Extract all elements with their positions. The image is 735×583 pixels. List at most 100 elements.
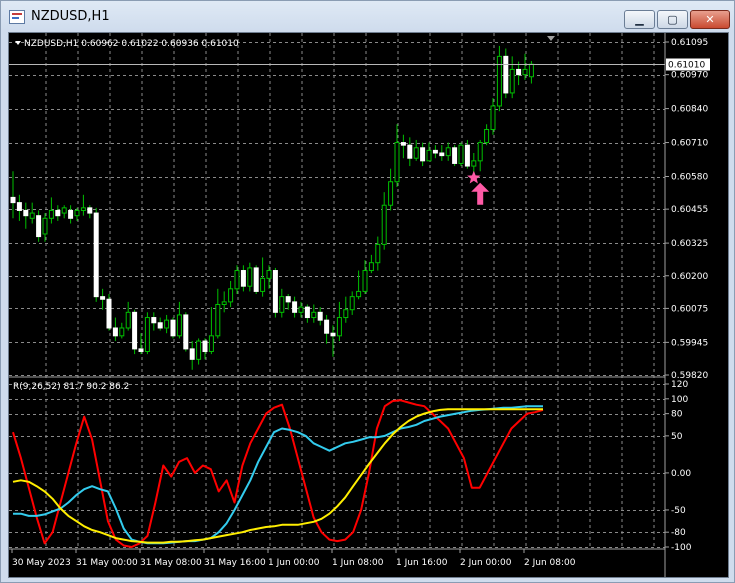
signal-markers xyxy=(467,170,490,205)
candle-body xyxy=(151,317,157,324)
time-tick-label: 31 May 16:00 xyxy=(204,558,266,568)
candle xyxy=(285,294,291,310)
candle-body xyxy=(362,270,368,292)
candle xyxy=(464,139,470,169)
candle xyxy=(138,333,144,355)
time-tick-label: 30 May 2023 xyxy=(12,558,71,568)
candle xyxy=(106,294,112,331)
candles xyxy=(10,45,534,370)
candle-body xyxy=(522,68,528,76)
candle xyxy=(407,137,413,167)
candle-body xyxy=(394,142,400,183)
candle-body xyxy=(74,209,80,217)
candle-body xyxy=(125,311,131,329)
candle-body xyxy=(471,160,477,167)
candle xyxy=(87,205,93,219)
minimize-icon: ▁ xyxy=(635,13,644,26)
maximize-icon: ▢ xyxy=(667,13,678,26)
candle xyxy=(439,145,445,161)
candle-body xyxy=(202,340,208,352)
indicator-tick-label: 100 xyxy=(671,395,688,405)
candle-body xyxy=(266,270,272,279)
close-button[interactable]: ✕ xyxy=(690,10,730,29)
candle xyxy=(119,322,125,339)
candle-body xyxy=(29,212,35,219)
chart-shift-icon[interactable] xyxy=(547,36,555,41)
candle-body xyxy=(157,322,163,329)
indicator-tick-label: -80 xyxy=(671,528,686,538)
candle xyxy=(10,171,16,219)
candle-body xyxy=(432,149,438,154)
candle-body xyxy=(228,288,234,303)
candle xyxy=(164,314,170,334)
candle xyxy=(503,48,509,99)
candle xyxy=(144,312,150,355)
candle xyxy=(311,304,317,323)
candle-body xyxy=(196,340,202,360)
candle-body xyxy=(516,68,522,76)
price-tick-label: 0.60455 xyxy=(671,205,708,215)
candle-body xyxy=(292,301,298,313)
candle xyxy=(247,262,253,292)
time-tick-label: 31 May 00:00 xyxy=(76,558,138,568)
indicator-header: R(9,26,52) 81.7 90.2 86.2 xyxy=(13,382,129,392)
candle xyxy=(183,312,189,352)
candle-body xyxy=(285,296,291,303)
candle-body xyxy=(279,296,285,313)
candle-body xyxy=(260,277,266,292)
candle-body xyxy=(324,319,330,334)
candle xyxy=(426,142,432,162)
candle xyxy=(516,61,522,86)
indicator-tick-label: 50 xyxy=(671,432,683,442)
candle xyxy=(432,145,438,159)
candle-body xyxy=(490,105,496,130)
indicator-tick-label: 80 xyxy=(671,410,683,420)
candle-body xyxy=(298,306,304,313)
price-chart-svg[interactable]: 0.61010 0.61095 0.60970 0.60840 0.60710 0.60… xyxy=(9,33,728,577)
candle-body xyxy=(304,306,310,319)
candle xyxy=(100,288,106,310)
candle xyxy=(132,309,138,355)
price-tick-label: 0.59945 xyxy=(671,338,708,348)
candle xyxy=(228,280,234,308)
candle xyxy=(80,194,86,216)
candle xyxy=(272,267,278,318)
time-tick-label: 2 Jun 00:00 xyxy=(460,558,512,568)
candle xyxy=(279,288,285,318)
candle xyxy=(61,205,67,219)
candle-body xyxy=(16,202,22,211)
candle xyxy=(420,142,426,167)
time-tick-label: 1 Jun 00:00 xyxy=(268,558,320,568)
candle-body xyxy=(208,335,214,352)
indicator-tick-label: -100 xyxy=(671,543,692,553)
candle-body xyxy=(420,147,426,162)
candle-body xyxy=(484,128,490,144)
candle-body xyxy=(343,309,349,319)
candle-body xyxy=(61,207,67,214)
title-bar[interactable]: NZDUSD,H1 ▁ ▢ ✕ xyxy=(1,1,734,31)
chart-area[interactable]: 0.61010 0.61095 0.60970 0.60840 0.60710 0.60… xyxy=(8,32,729,578)
candle-body xyxy=(183,314,189,350)
candle xyxy=(196,338,202,365)
candle xyxy=(336,301,342,342)
candle-body xyxy=(80,207,86,211)
candle xyxy=(496,45,502,112)
up-arrow-icon xyxy=(471,182,490,205)
maximize-button[interactable]: ▢ xyxy=(657,10,688,29)
time-tick-label: 1 Jun 16:00 xyxy=(396,558,448,568)
candle-body xyxy=(100,296,106,300)
candle-body xyxy=(215,303,221,337)
time-tick-label: 1 Jun 08:00 xyxy=(332,558,384,568)
candle-body xyxy=(330,332,336,337)
price-tick-label: 0.60075 xyxy=(671,304,708,314)
candle xyxy=(356,270,362,300)
minimize-button[interactable]: ▁ xyxy=(624,10,655,29)
candle xyxy=(304,304,310,323)
candle-body xyxy=(189,348,195,360)
chart-grid xyxy=(9,33,665,549)
candle-body xyxy=(36,215,42,238)
candle xyxy=(125,301,131,331)
candle xyxy=(471,153,477,174)
indicator-tick-label: 0.00 xyxy=(671,469,691,479)
candle-body xyxy=(240,270,246,287)
